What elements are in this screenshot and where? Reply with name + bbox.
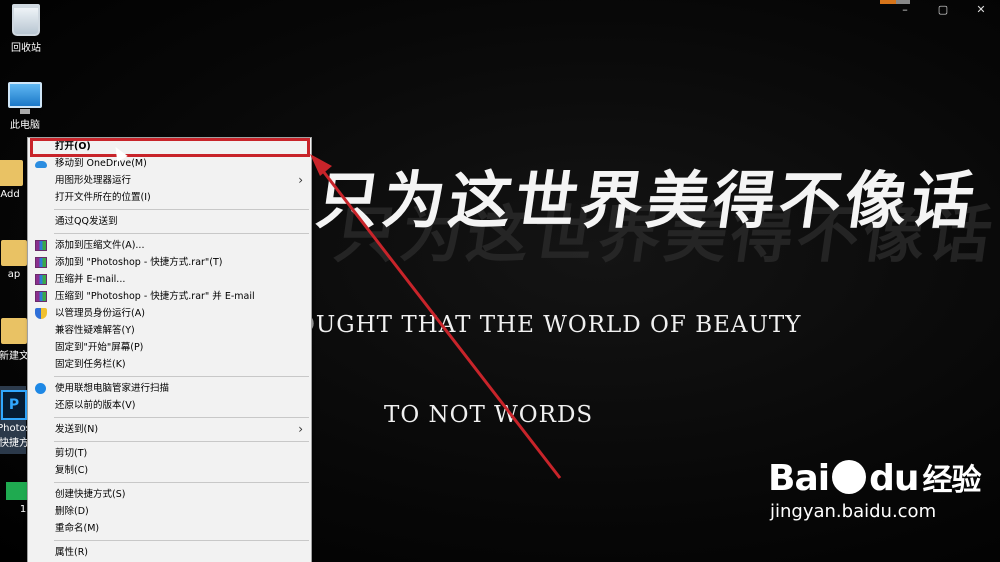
onedrive-icon xyxy=(35,161,47,168)
menu-item-label: 剪切(T) xyxy=(55,448,88,459)
recycle-bin-icon xyxy=(12,4,40,36)
winrar-icon xyxy=(35,291,47,302)
baidu-logo-text-2: du xyxy=(869,458,919,499)
baidu-watermark: Bai du 经验 jingyan.baidu.com xyxy=(768,455,981,522)
menu-item-open[interactable]: 打开(O) xyxy=(28,138,311,155)
menu-item-create-shortcut[interactable]: 创建快捷方式(S) xyxy=(28,486,311,503)
uac-shield-icon xyxy=(35,308,47,319)
menu-item-label: 发送到(N) xyxy=(55,424,99,435)
desktop-icon-recycle-bin[interactable]: 回收站 xyxy=(0,4,54,54)
menu-separator xyxy=(54,209,309,210)
close-button[interactable]: ✕ xyxy=(962,0,1000,20)
folder-icon xyxy=(0,160,23,186)
menu-item-label: 使用联想电脑管家进行扫描 xyxy=(55,383,170,394)
menu-item-label: 复制(C) xyxy=(55,465,89,476)
wallpaper-calligraphy: 只为这世界美得不像话 xyxy=(312,164,983,237)
menu-separator xyxy=(54,417,309,418)
menu-item-label: 兼容性疑难解答(Y) xyxy=(55,325,135,336)
menu-item-compress-and-email[interactable]: 压缩并 E-mail... xyxy=(28,271,311,288)
green-app-icon[interactable] xyxy=(6,482,28,500)
lenovo-icon xyxy=(35,383,46,394)
menu-separator xyxy=(54,233,309,234)
minimize-button[interactable]: – xyxy=(886,0,924,20)
menu-item-lenovo-scan[interactable]: 使用联想电脑管家进行扫描 xyxy=(28,380,311,397)
wallpaper-english-line2: TO NOT WORDS xyxy=(384,402,594,428)
folder-icon xyxy=(1,240,27,266)
menu-separator xyxy=(54,540,309,541)
baidu-url: jingyan.baidu.com xyxy=(770,501,937,522)
menu-item-label: 属性(R) xyxy=(55,547,89,558)
context-menu: 打开(O) 移动到 OneDrive(M) 用图形处理器运行 › 打开文件所在的位… xyxy=(27,137,312,562)
menu-item-label: 以管理员身份运行(A) xyxy=(55,308,145,319)
menu-item-add-to-rar[interactable]: 添加到 "Photoshop - 快捷方式.rar"(T) xyxy=(28,254,311,271)
chevron-right-icon: › xyxy=(298,173,303,187)
menu-item-label: 用图形处理器运行 xyxy=(55,175,132,186)
menu-item-run-with-gpu[interactable]: 用图形处理器运行 › xyxy=(28,172,311,189)
menu-item-label: 固定到"开始"屏幕(P) xyxy=(55,342,144,353)
menu-item-properties[interactable]: 属性(R) xyxy=(28,544,311,561)
menu-item-cut[interactable]: 剪切(T) xyxy=(28,445,311,462)
baidu-logo-cn: 经验 xyxy=(922,463,981,498)
folder-icon xyxy=(1,318,27,344)
menu-item-label: 添加到 "Photoshop - 快捷方式.rar"(T) xyxy=(55,257,223,268)
baidu-logo: Bai du 经验 xyxy=(768,455,981,499)
menu-item-add-to-archive[interactable]: 添加到压缩文件(A)... xyxy=(28,237,311,254)
wallpaper-english-line1: OUGHT THAT THE WORLD OF BEAUTY xyxy=(296,312,802,338)
menu-separator xyxy=(54,441,309,442)
baidu-paw-icon xyxy=(832,460,867,494)
menu-item-send-to[interactable]: 发送到(N) › xyxy=(28,421,311,438)
desktop-icon-label: 此电脑 xyxy=(10,120,40,131)
menu-item-label: 固定到任务栏(K) xyxy=(55,359,126,370)
menu-item-move-to-onedrive[interactable]: 移动到 OneDrive(M) xyxy=(28,155,311,172)
menu-item-restore-previous-versions[interactable]: 还原以前的版本(V) xyxy=(28,397,311,414)
chevron-right-icon: › xyxy=(298,422,303,436)
menu-item-label: 通过QQ发送到 xyxy=(55,216,118,227)
menu-item-compatibility-troubleshoot[interactable]: 兼容性疑难解答(Y) xyxy=(28,322,311,339)
menu-item-copy[interactable]: 复制(C) xyxy=(28,462,311,479)
winrar-icon xyxy=(35,240,47,251)
menu-item-label: 删除(D) xyxy=(55,506,89,517)
photoshop-icon: P xyxy=(1,390,27,420)
menu-item-pin-to-taskbar[interactable]: 固定到任务栏(K) xyxy=(28,356,311,373)
desktop-icon-this-pc[interactable]: 此电脑 xyxy=(0,82,53,131)
menu-item-label: 打开文件所在的位置(I) xyxy=(55,192,151,203)
menu-item-delete[interactable]: 删除(D) xyxy=(28,503,311,520)
menu-item-label: 移动到 OneDrive(M) xyxy=(55,158,147,169)
menu-item-compress-to-rar-and-email[interactable]: 压缩到 "Photoshop - 快捷方式.rar" 并 E-mail xyxy=(28,288,311,305)
winrar-icon xyxy=(35,274,47,285)
menu-separator xyxy=(54,376,309,377)
menu-item-run-as-admin[interactable]: 以管理员身份运行(A) xyxy=(28,305,311,322)
menu-item-rename[interactable]: 重命名(M) xyxy=(28,520,311,537)
winrar-icon xyxy=(35,257,47,268)
baidu-logo-text: Bai xyxy=(768,458,830,499)
menu-item-label: 压缩并 E-mail... xyxy=(55,274,126,285)
menu-item-label: 打开(O) xyxy=(55,141,91,152)
menu-item-label: 还原以前的版本(V) xyxy=(55,400,136,411)
menu-item-send-via-qq[interactable]: 通过QQ发送到 xyxy=(28,213,311,230)
menu-item-label: 创建快捷方式(S) xyxy=(55,489,126,500)
menu-item-label: 重命名(M) xyxy=(55,523,100,534)
window-controls: – ▢ ✕ xyxy=(886,0,1000,20)
computer-icon xyxy=(8,82,42,114)
menu-item-label: 压缩到 "Photoshop - 快捷方式.rar" 并 E-mail xyxy=(55,291,255,302)
maximize-button[interactable]: ▢ xyxy=(924,0,962,20)
menu-separator xyxy=(54,482,309,483)
menu-item-open-file-location[interactable]: 打开文件所在的位置(I) xyxy=(28,189,311,206)
desktop-icon-label: 回收站 xyxy=(11,43,41,54)
menu-item-pin-to-start[interactable]: 固定到"开始"屏幕(P) xyxy=(28,339,311,356)
menu-item-label: 添加到压缩文件(A)... xyxy=(55,240,145,251)
